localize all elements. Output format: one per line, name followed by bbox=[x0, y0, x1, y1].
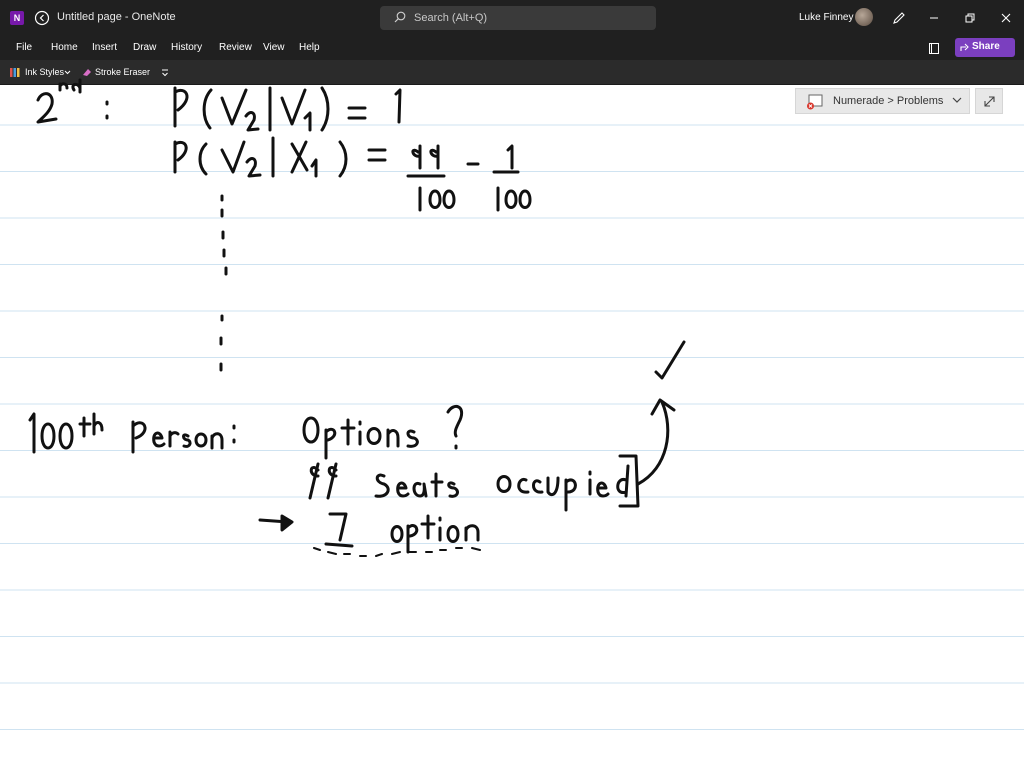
ink-line5 bbox=[258, 512, 481, 557]
handwritten-ink bbox=[28, 78, 686, 557]
ink-arrow-check bbox=[636, 340, 686, 486]
ink-dots bbox=[219, 194, 228, 372]
ink-line1 bbox=[173, 86, 402, 132]
ink-2nd bbox=[36, 78, 82, 124]
ink-line2 bbox=[173, 136, 532, 212]
ink-line4 bbox=[308, 454, 640, 512]
ink-line3 bbox=[28, 404, 463, 460]
